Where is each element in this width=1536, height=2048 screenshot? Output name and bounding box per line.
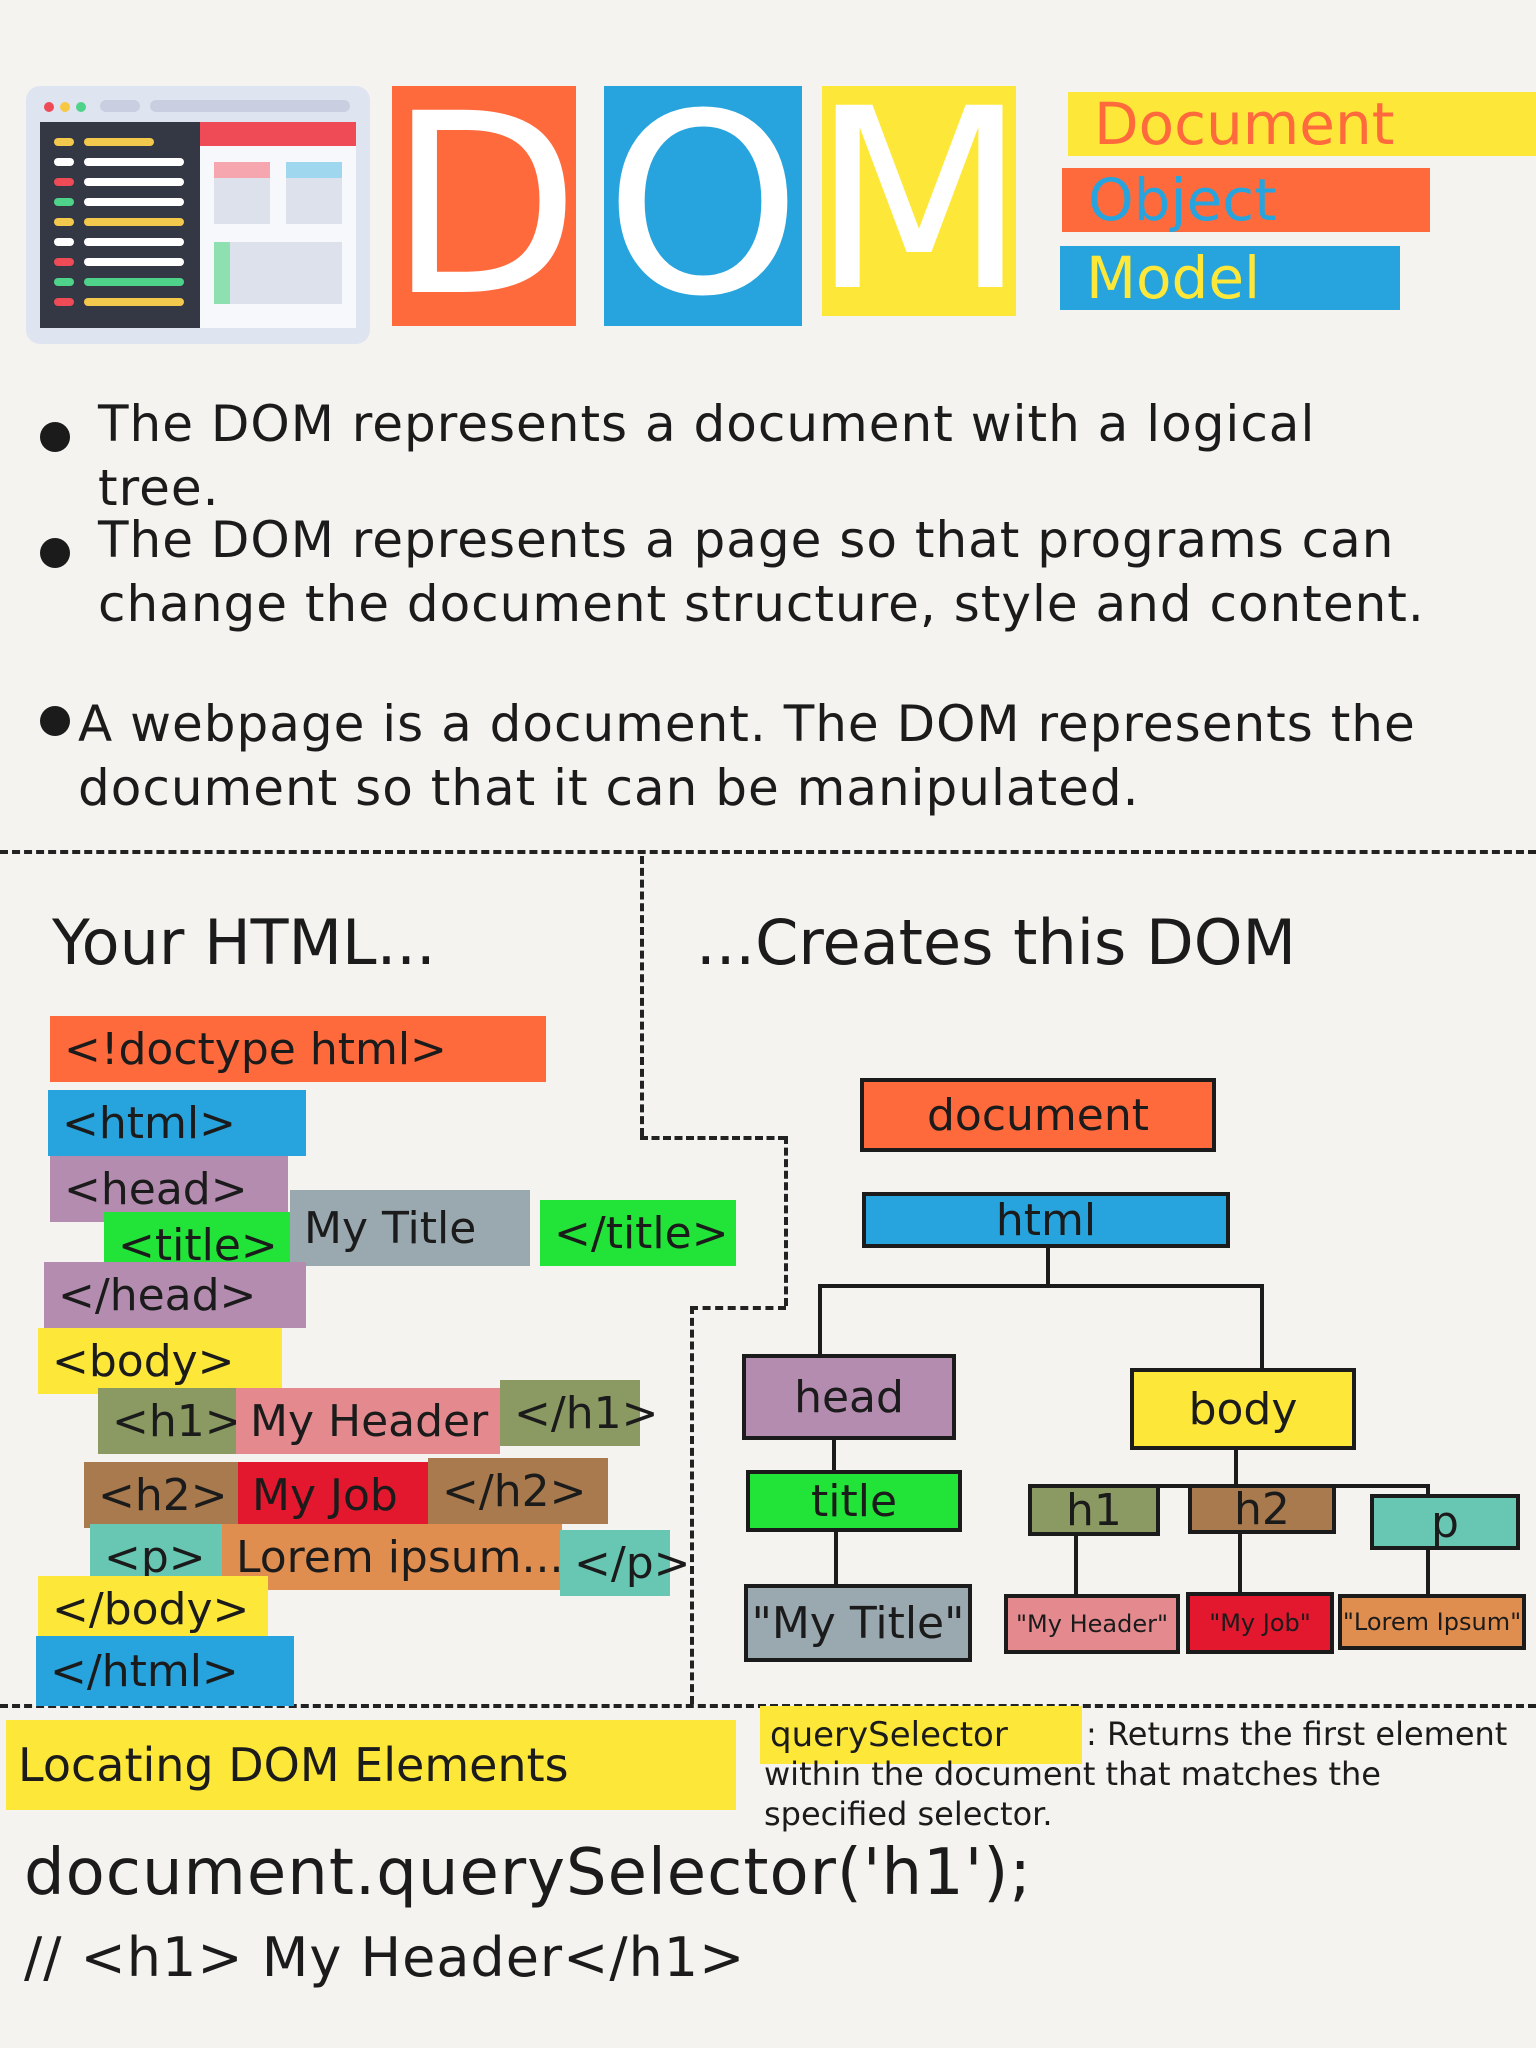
tree-edge (834, 1528, 838, 1586)
h1-text: My Header (236, 1388, 500, 1454)
node-title: title (746, 1470, 962, 1532)
bullet-3: A webpage is a document. The DOM represe… (78, 695, 1416, 817)
connector-dash (640, 1136, 786, 1140)
green-dot-icon (76, 102, 86, 112)
title-object: Object (1062, 168, 1430, 232)
tab-bar-icon (100, 100, 140, 112)
your-html-heading: Your HTML... (52, 906, 436, 979)
letter-d-block: D (388, 81, 581, 331)
yellow-dot-icon (60, 102, 70, 112)
bullet-icon (40, 706, 70, 736)
body-close-tag: </body> (38, 1576, 268, 1642)
node-title-text: "My Title" (744, 1584, 972, 1662)
h2-text: My Job (238, 1462, 430, 1528)
node-h2: h2 (1188, 1484, 1336, 1535)
tree-edge (1260, 1284, 1264, 1368)
node-html: html (862, 1192, 1230, 1248)
browser-titlebar-icon (40, 96, 356, 118)
p-close-tag: </p> (560, 1530, 691, 1596)
body-open-tag: <body> (38, 1328, 282, 1394)
tree-edge (1238, 1534, 1242, 1594)
letter-d: D (387, 60, 581, 351)
letter-m-block: M (811, 76, 1027, 326)
creates-dom-heading: ...Creates this DOM (696, 906, 1297, 979)
node-p-text: "Lorem Ipsum" (1338, 1594, 1526, 1650)
tree-edge (832, 1440, 836, 1470)
node-document: document (860, 1078, 1216, 1152)
address-bar-icon (150, 100, 350, 112)
h2-close-tag: </h2> (428, 1458, 608, 1524)
column-divider (640, 856, 644, 1136)
title-model: Model (1060, 246, 1400, 310)
letter-o: O (604, 60, 802, 351)
tree-edge (1426, 1546, 1430, 1596)
code-example: document.querySelector('h1'); (24, 1836, 1032, 1910)
section-divider (0, 850, 1536, 854)
doctype-tag: <!doctype html> (50, 1016, 546, 1082)
html-open-tag: <html> (48, 1090, 306, 1156)
node-h1-text: "My Header" (1004, 1594, 1180, 1654)
h1-close-tag: </h1> (500, 1380, 658, 1446)
bullet-1: The DOM represents a document with a log… (98, 395, 1316, 517)
html-close-tag: </html> (36, 1636, 294, 1706)
node-p: p (1370, 1494, 1520, 1550)
letter-m: M (811, 55, 1027, 346)
h2-open-tag: <h2> (84, 1462, 240, 1528)
tree-edge (1074, 1534, 1078, 1594)
node-h2-text: "My Job" (1186, 1592, 1334, 1654)
locating-heading: Locating DOM Elements (6, 1720, 736, 1810)
connector-dash (690, 1306, 786, 1310)
page-preview-icon (200, 122, 356, 328)
title-document: Document (1068, 92, 1536, 156)
p-text: Lorem ipsum... (222, 1524, 564, 1590)
tree-edge (818, 1284, 1262, 1288)
tree-edge (1046, 1246, 1050, 1286)
h1-open-tag: <h1> (98, 1388, 242, 1454)
connector-dash (784, 1136, 788, 1306)
node-body: body (1130, 1368, 1356, 1450)
column-divider (690, 1306, 694, 1704)
head-close-tag: </head> (44, 1262, 306, 1328)
query-selector-description: : Returns the first element within the d… (764, 1715, 1508, 1833)
code-comment: // <h1> My Header</h1> (24, 1926, 746, 1989)
tree-edge (818, 1284, 822, 1354)
bullet-icon (40, 538, 70, 568)
tree-edge (1234, 1450, 1238, 1486)
node-h1: h1 (1028, 1484, 1160, 1536)
bullet-icon (40, 422, 70, 452)
node-head: head (742, 1354, 956, 1440)
red-dot-icon (44, 102, 54, 112)
browser-window-icon (26, 86, 370, 344)
code-panel-icon (40, 122, 200, 328)
bullet-2: The DOM represents a page so that progra… (98, 511, 1425, 633)
title-close-tag: </title> (540, 1200, 736, 1266)
title-text: My Title (290, 1190, 530, 1266)
letter-o-block: O (604, 81, 802, 331)
